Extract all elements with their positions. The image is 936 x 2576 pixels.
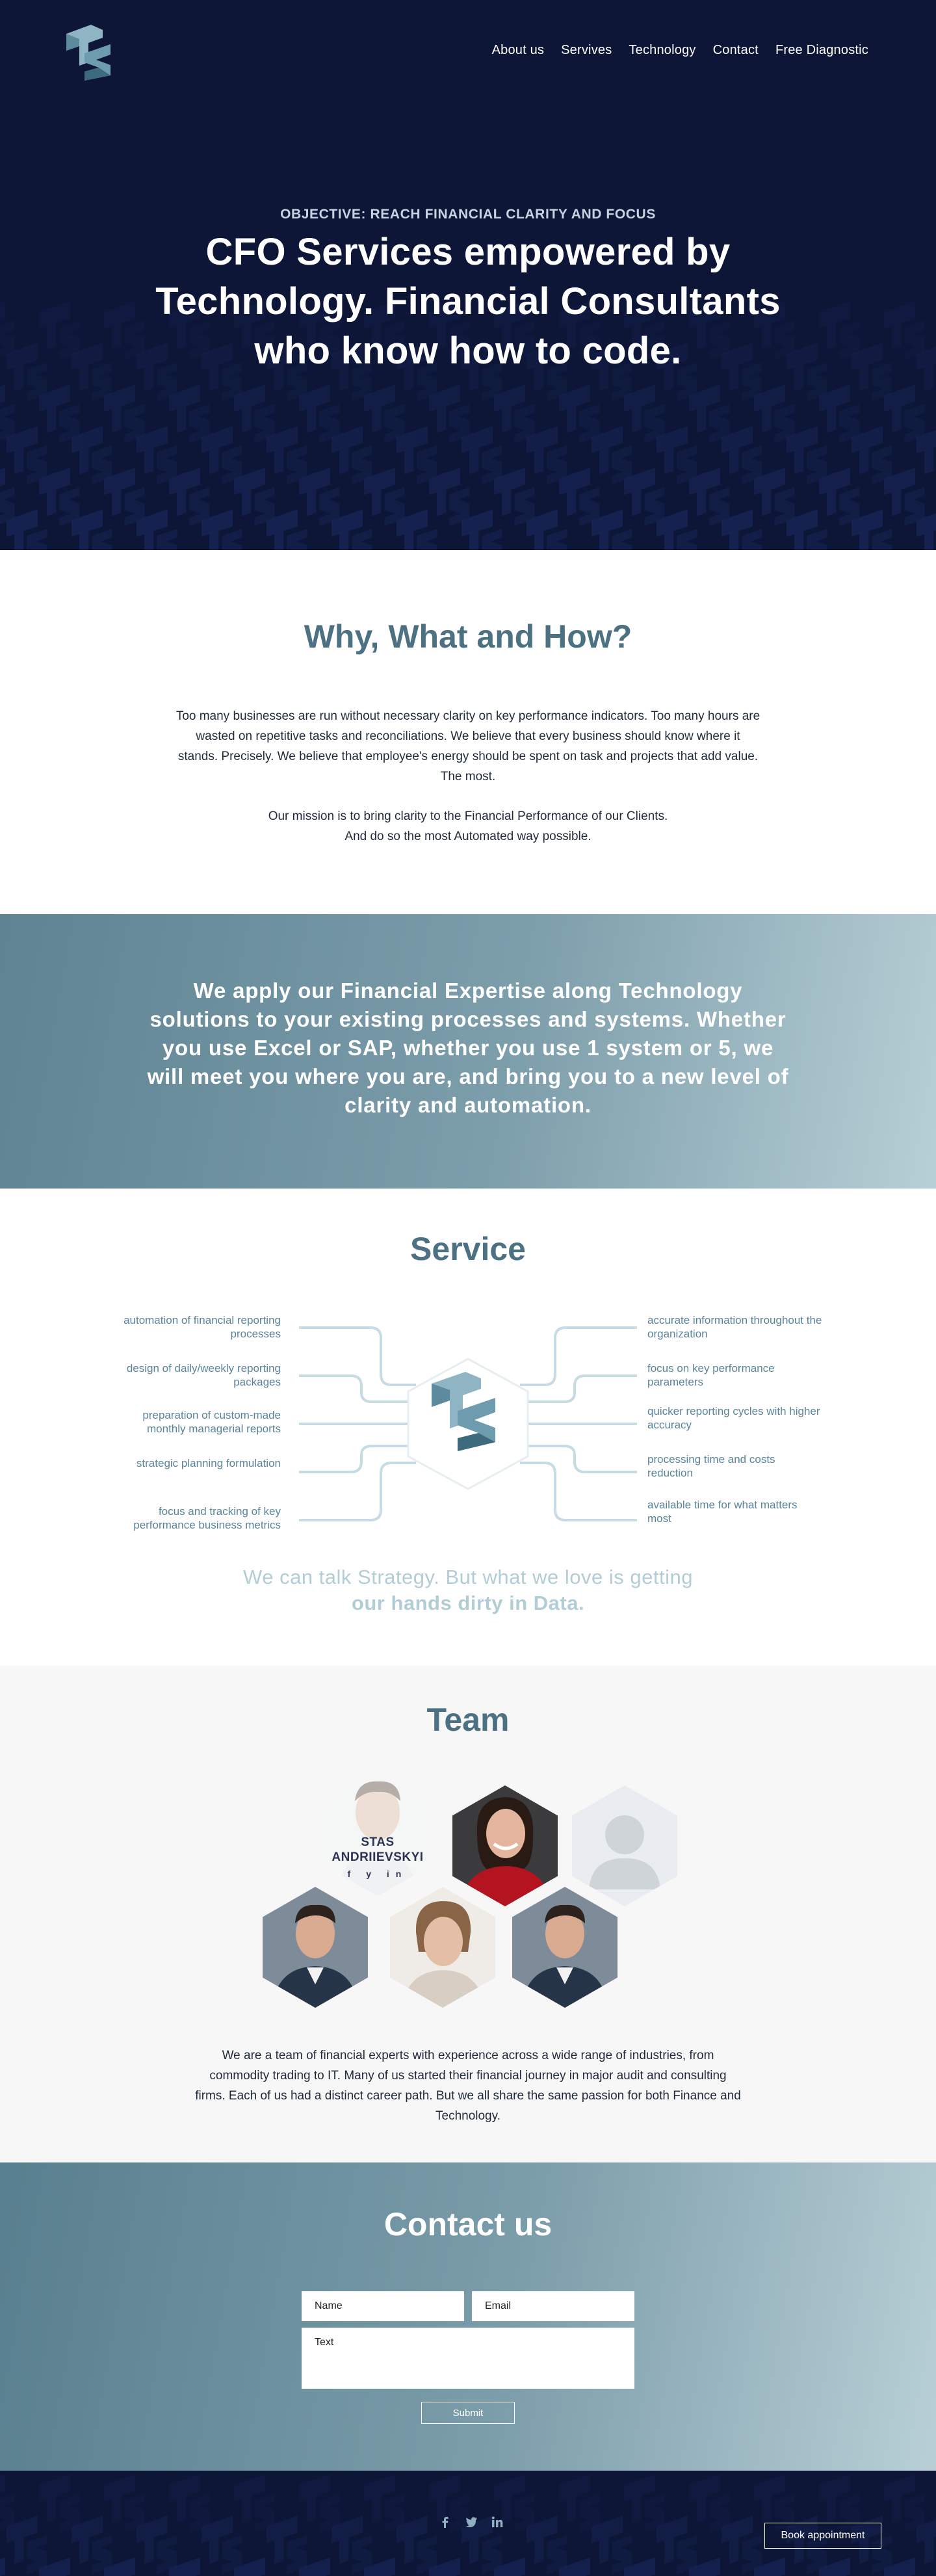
avatar-placeholder (572, 1785, 677, 1906)
book-appointment-button[interactable]: Book appointment (764, 2523, 881, 2549)
ts-logo[interactable] (62, 25, 114, 81)
service-right-item: processing time and costs reduction (647, 1453, 775, 1479)
mission-line-1: Our mission is to bring clarity to the F… (268, 809, 668, 823)
team-section: Team STAS ANDRIIEVSKYI f y in We are a t… (0, 1666, 936, 2162)
message-field[interactable] (302, 2328, 634, 2389)
team-photo (263, 1887, 368, 2008)
service-left-item: design of daily/weekly reporting package… (126, 1362, 281, 1388)
team-member-man-2[interactable] (390, 1887, 495, 2008)
footer-social (438, 2515, 504, 2529)
hero-section: About us Servives Technology Contact Fre… (0, 0, 936, 550)
team-photo (390, 1887, 495, 2008)
footer: Book appointment (0, 2471, 936, 2576)
mission-paragraph: Our mission is to bring clarity to the F… (176, 806, 760, 847)
facebook-icon[interactable] (438, 2515, 452, 2529)
nav-contact[interactable]: Contact (713, 43, 759, 58)
nav-services[interactable]: Servives (561, 43, 612, 58)
team-member-placeholder[interactable] (572, 1785, 677, 1906)
team-description: We are a team of financial experts with … (195, 2049, 741, 2123)
contact-title: Contact us (384, 2206, 552, 2242)
hero-title: CFO Services empowered by Technology. Fi… (155, 231, 781, 372)
nav-technology[interactable]: Technology (629, 43, 696, 58)
nav-free-diagnostic[interactable]: Free Diagnostic (775, 43, 868, 58)
expertise-band: We apply our Financial Expertise along T… (0, 914, 936, 1189)
submit-button[interactable]: Submit (421, 2402, 515, 2424)
service-tagline: We can talk Strategy. But what we love i… (0, 1564, 936, 1616)
team-member-man-1[interactable] (263, 1887, 368, 2008)
team-title: Team (426, 1702, 510, 1738)
team-photo (452, 1785, 558, 1906)
expertise-text: We apply our Financial Expertise along T… (147, 979, 789, 1117)
team-member-featured[interactable]: STAS ANDRIIEVSKYI f y in (325, 1775, 430, 1896)
hero-eyebrow: OBJECTIVE: REACH FINANCIAL CLARITY AND F… (280, 207, 656, 222)
email-field[interactable] (472, 2291, 634, 2321)
linkedin-icon[interactable] (490, 2515, 504, 2529)
service-title: Service (410, 1231, 526, 1267)
twitter-icon[interactable] (464, 2515, 478, 2529)
team-member-woman[interactable] (452, 1785, 558, 1906)
mission-line-2: And do so the most Automated way possibl… (344, 830, 592, 843)
service-left-item: automation of financial reporting proces… (124, 1314, 281, 1340)
service-left-item: focus and tracking of key performance bu… (133, 1505, 281, 1531)
why-paragraph: Too many businesses are run without nece… (176, 709, 760, 783)
tagline-line-2: our hands dirty in Data. (351, 1592, 585, 1614)
why-title: Why, What and How? (304, 618, 632, 655)
service-right-item: available time for what matters most (647, 1499, 798, 1525)
service-right-item: focus on key performance parameters (647, 1362, 775, 1388)
service-right-item: quicker reporting cycles with higher acc… (647, 1405, 820, 1431)
team-member-name: STAS ANDRIIEVSKYI (332, 1835, 424, 1864)
service-right-item: accurate information throughout the orga… (647, 1314, 822, 1340)
team-photo (512, 1887, 618, 2008)
service-left-item: strategic planning formulation (136, 1457, 281, 1469)
service-left-item: preparation of custom-made monthly manag… (142, 1409, 281, 1435)
contact-section: Contact us Submit (0, 2162, 936, 2471)
team-member-social[interactable]: f y in (325, 1869, 430, 1879)
team-member-man-3[interactable] (512, 1887, 618, 2008)
tagline-line-1: We can talk Strategy. But what we love i… (243, 1566, 693, 1588)
page: About us Servives Technology Contact Fre… (0, 0, 936, 2576)
nav-about-us[interactable]: About us (492, 43, 545, 58)
main-nav: About us Servives Technology Contact Fre… (492, 43, 868, 58)
name-field[interactable] (302, 2291, 464, 2321)
